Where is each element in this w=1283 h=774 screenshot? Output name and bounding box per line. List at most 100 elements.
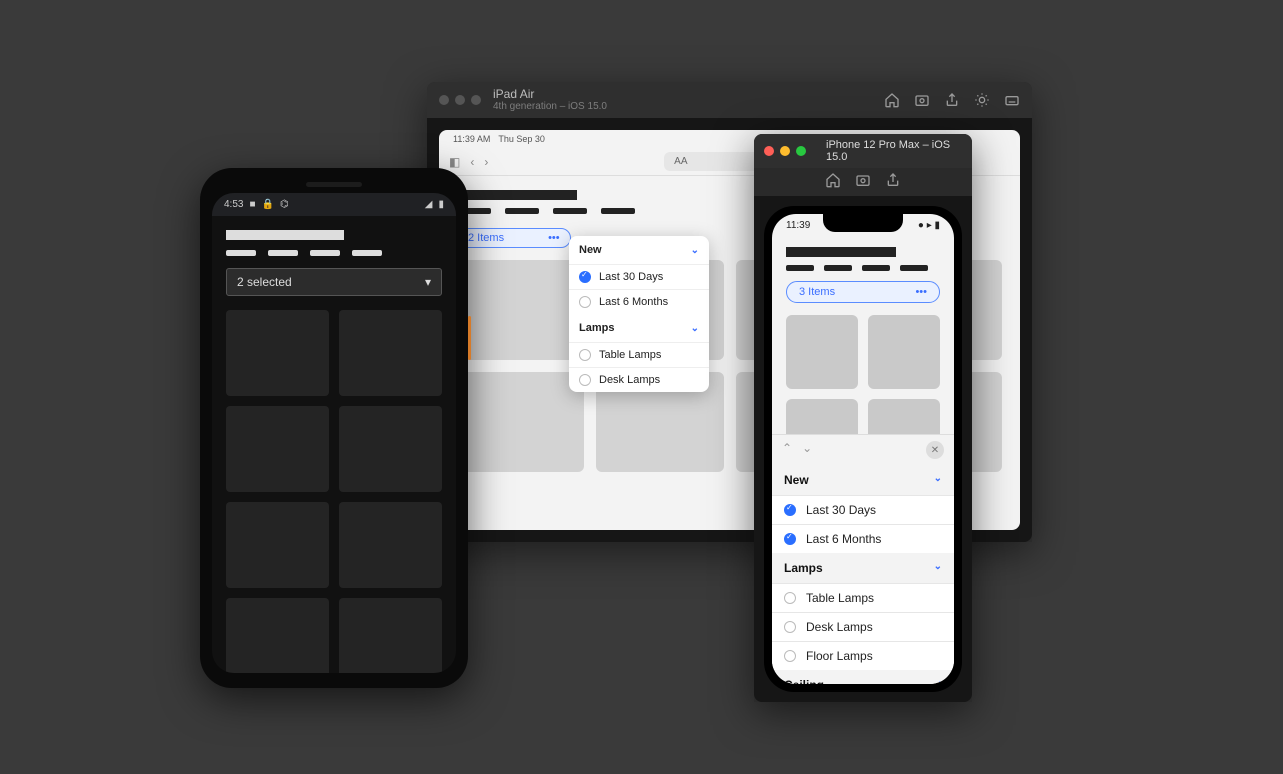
zoom-dot[interactable] [471,95,481,105]
status-icons: ● ▸ ▮ [918,220,940,231]
close-icon[interactable]: ✕ [926,441,944,459]
popover-option[interactable]: Last 6 Months [569,289,709,314]
chevron-down-icon: ⌄ [934,561,942,575]
product-tile[interactable] [339,310,442,396]
screenshot-icon[interactable] [855,172,871,188]
filter-pill-label: 2 Items [468,232,504,244]
forward-icon[interactable]: › [484,155,488,169]
popover-option-label: Desk Lamps [599,374,660,386]
popover-section-header[interactable]: Lamps ⌄ [569,314,709,342]
iphone-simulator-window: iPhone 12 Pro Max – iOS 15.0 11:39 ● ▸ ▮ [754,134,972,702]
zoom-dot[interactable] [796,146,806,156]
ipad-sim-titlebar: iPad Air 4th generation – iOS 15.0 [427,82,1032,118]
filter-pill-label: 3 Items [799,286,835,298]
radio-checked-icon [784,504,796,516]
screenshot-icon[interactable] [914,92,930,108]
status-time: 11:39 [786,220,810,231]
product-tile[interactable] [339,598,442,673]
sim-subtitle: 4th generation – iOS 15.0 [493,101,884,112]
filter-popover: New ⌄ Last 30 Days Last 6 Months Lam [569,236,709,392]
radio-icon [579,296,591,308]
page-title-skeleton [786,247,896,257]
minimize-dot[interactable] [780,146,790,156]
product-tile[interactable] [226,406,329,492]
sim-title: iPhone 12 Pro Max – iOS 15.0 [826,139,962,163]
sidebar-icon[interactable]: ◧ [449,155,460,169]
signal-icon: ◢ [425,199,433,210]
share-icon[interactable] [944,92,960,108]
popover-section-title: Lamps [579,322,614,334]
status-time: 4:53 [224,199,243,210]
sheet-option[interactable]: Floor Lamps [772,641,954,670]
sheet-option-label: Last 30 Days [806,503,876,517]
filter-pill[interactable]: 2 Items ••• [457,228,571,248]
pixel-screen: 4:53 ■ 🔒 ⌬ ◢ ▮ 2 selected ▾ [212,193,456,673]
sheet-option[interactable]: Desk Lamps [772,612,954,641]
sheet-section-header[interactable]: Lamps ⌄ [772,553,954,583]
filter-pill-more-icon: ••• [915,286,927,298]
product-tile[interactable] [457,260,584,360]
iphone-sim-titlebar: iPhone 12 Pro Max – iOS 15.0 [754,134,972,168]
sheet-option[interactable]: Table Lamps [772,583,954,612]
product-tile[interactable] [226,310,329,396]
battery-icon: ▮ [438,199,444,210]
sim-title: iPad Air [493,88,884,101]
sheet-section-header[interactable]: Ceiling › [772,670,954,684]
sheet-option-label: Floor Lamps [806,649,873,663]
sheet-option[interactable]: Last 30 Days [772,495,954,524]
status-date: Thu Sep 30 [498,134,545,144]
popover-option-label: Last 6 Months [599,296,668,308]
sheet-section-header[interactable]: New ⌄ [772,465,954,495]
iphone-notch [823,214,903,232]
minimize-dot[interactable] [455,95,465,105]
chevron-right-icon: › [939,678,942,684]
filter-bottom-sheet: ⌃ ⌄ ✕ New ⌄ Last 30 Days [772,434,954,684]
share-icon[interactable] [885,172,901,188]
sheet-option[interactable]: Last 6 Months [772,524,954,553]
product-tile[interactable] [868,315,940,389]
sheet-option-label: Last 6 Months [806,532,881,546]
page-title-skeleton [226,230,344,240]
popover-option[interactable]: Last 30 Days [569,264,709,289]
radio-icon [784,650,796,662]
radio-checked-icon [784,533,796,545]
product-tile[interactable] [226,598,329,673]
product-tile[interactable] [226,502,329,588]
close-dot[interactable] [439,95,449,105]
iphone-screen: 11:39 ● ▸ ▮ 3 Items ••• [772,214,954,684]
product-tile[interactable] [786,315,858,389]
breadcrumb-skeleton [786,265,940,271]
filter-pill[interactable]: 3 Items ••• [786,281,940,303]
home-icon[interactable] [884,92,900,108]
appearance-icon[interactable] [974,92,990,108]
popover-option[interactable]: Table Lamps [569,342,709,367]
filter-select-label: 2 selected [237,275,292,289]
product-tile[interactable] [457,372,584,472]
radio-icon [579,349,591,361]
back-icon[interactable]: ‹ [470,155,474,169]
popover-section-header[interactable]: New ⌄ [569,236,709,264]
breadcrumb-skeleton [226,250,442,256]
product-tile[interactable] [339,502,442,588]
close-dot[interactable] [764,146,774,156]
filter-select[interactable]: 2 selected ▾ [226,268,442,296]
notification-icon: ■ [249,199,255,210]
product-tile[interactable] [339,406,442,492]
home-icon[interactable] [825,172,841,188]
text-size-label[interactable]: AA [674,156,687,167]
dropdown-icon: ▾ [425,275,431,289]
sheet-section-title: Ceiling [784,678,824,684]
lock-icon: 🔒 [262,199,274,210]
sheet-prev-icon[interactable]: ⌃ [782,441,792,459]
sheet-next-icon[interactable]: ⌄ [802,441,812,459]
chevron-down-icon: ⌄ [691,323,699,334]
filter-pill-more-icon: ••• [548,232,560,244]
popover-option-label: Last 30 Days [599,271,663,283]
traffic-lights [439,95,481,105]
popover-section-title: New [579,244,602,256]
pixel-speaker [306,182,362,187]
keyboard-icon[interactable] [1004,92,1020,108]
chevron-down-icon: ⌄ [934,473,942,487]
popover-option-label: Table Lamps [599,349,661,361]
popover-option[interactable]: Desk Lamps [569,367,709,392]
